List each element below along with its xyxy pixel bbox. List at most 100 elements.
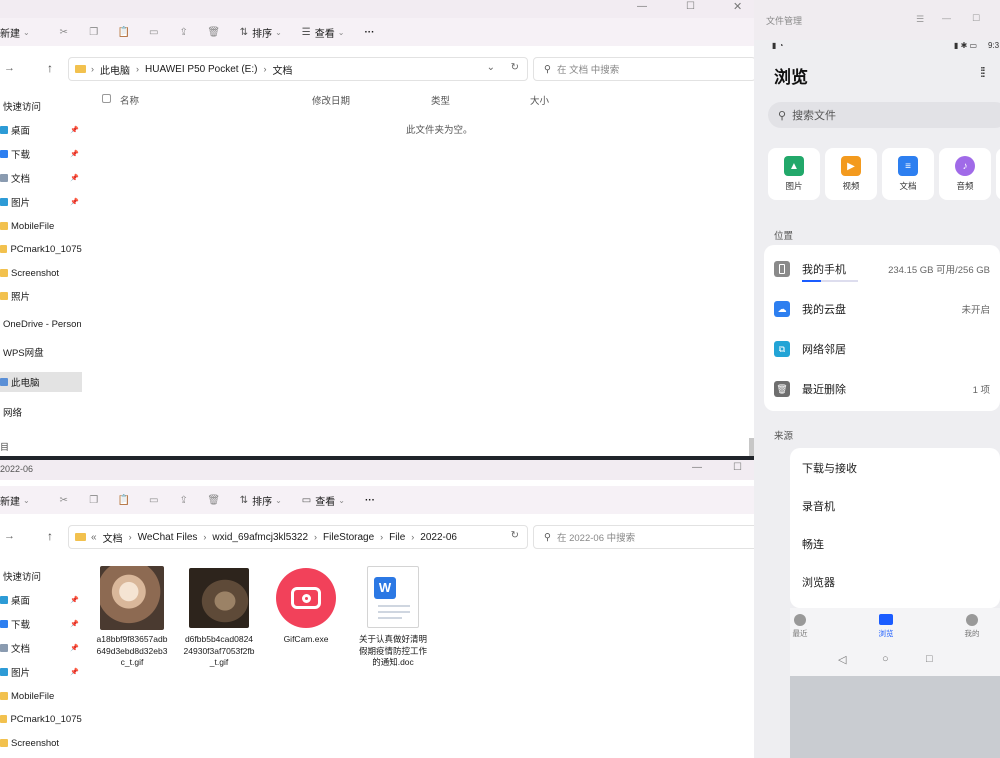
breadcrumb-item[interactable]: 此电脑 — [100, 62, 130, 77]
sort-button[interactable]: ⇅ 排序 ⌄ — [240, 25, 282, 40]
file-search-input[interactable]: ⚲ 搜索文件 — [768, 102, 1000, 128]
breadcrumb-item[interactable]: File — [389, 532, 405, 543]
view-button[interactable]: ☰ 查看 ⌄ — [302, 25, 345, 40]
breadcrumb-item[interactable]: WeChat Files — [138, 532, 198, 543]
category-images[interactable]: ▲ 图片 — [768, 148, 820, 200]
rename-icon[interactable]: ▭ — [146, 24, 162, 40]
location-recently-deleted[interactable]: 🗑 最近删除 1 项 › — [774, 369, 1000, 409]
sidebar-item[interactable]: 下载 📌 — [0, 614, 82, 634]
location-network[interactable]: ⧉ 网络邻居 › — [774, 329, 1000, 369]
column-size[interactable]: 大小 — [530, 93, 549, 107]
sidebar-item[interactable]: 快速访问 — [0, 566, 82, 586]
sidebar-item[interactable]: 文档 📌 — [0, 638, 82, 658]
maximize-button[interactable]: ☐ — [686, 1, 695, 12]
new-button[interactable]: 新建 ⌄ — [0, 493, 30, 508]
sidebar-item[interactable]: 图片 📌 — [0, 192, 82, 212]
file-item[interactable]: W 关于认真做好清明假期疫情防控工作的通知.doc — [357, 566, 429, 669]
sidebar-item[interactable]: 图片 📌 — [0, 662, 82, 682]
source-changlian[interactable]: 畅连 › — [802, 524, 1000, 564]
sidebar-item[interactable]: 桌面 📌 — [0, 590, 82, 610]
file-item[interactable]: a18bbf9f83657adb649d3ebd8d32eb3c_t.gif — [96, 566, 168, 669]
breadcrumb-item[interactable]: wxid_69afmcj3kl5322 — [212, 532, 308, 543]
minimize-button[interactable]: — — [692, 462, 702, 473]
sidebar-item[interactable]: WPS网盘 — [0, 342, 82, 362]
cut-icon[interactable]: ✂ — [56, 24, 72, 40]
more-button[interactable]: ··· — [365, 495, 375, 506]
sidebar-item[interactable]: 网络 — [0, 402, 82, 422]
share-icon[interactable]: ⇪ — [176, 24, 192, 40]
column-name[interactable]: 名称 — [120, 93, 139, 107]
category-documents[interactable]: ≡ 文档 — [882, 148, 934, 200]
up-icon[interactable]: ↑ — [47, 61, 53, 75]
forward-icon[interactable]: → — [4, 62, 15, 74]
file-item[interactable]: d6fbb5b4cad082424930f3af7053f2fb_t.gif — [183, 566, 255, 669]
breadcrumb-item[interactable]: FileStorage — [323, 532, 374, 543]
tab-mine[interactable]: 我的 — [962, 614, 982, 639]
recents-icon[interactable]: □ — [926, 653, 933, 665]
refresh-icon[interactable]: ↻ — [511, 530, 519, 541]
minimize-button[interactable]: — — [637, 1, 647, 12]
maximize-button[interactable]: ☐ — [733, 462, 742, 473]
sidebar-item[interactable]: PCmark10_10753 — [0, 239, 82, 259]
sidebar-item[interactable]: 此电脑 — [0, 372, 82, 392]
up-icon[interactable]: ↑ — [47, 529, 53, 543]
file-item[interactable]: GifCam.exe — [270, 566, 342, 646]
source-recorder[interactable]: 录音机 › — [802, 486, 1000, 526]
menu-icon[interactable]: ☰ — [916, 14, 924, 25]
new-button[interactable]: 新建 ⌄ — [0, 25, 30, 40]
sidebar-item[interactable]: OneDrive - Personal — [0, 314, 82, 334]
sidebar-item[interactable]: 桌面 📌 — [0, 120, 82, 140]
breadcrumb-item[interactable]: HUAWEI P50 Pocket (E:) — [145, 64, 257, 75]
search-input[interactable]: ⚲ 在 2022-06 中搜索 — [533, 525, 784, 549]
breadcrumb-item[interactable]: 文档 — [103, 530, 123, 545]
paste-icon[interactable]: 📋 — [116, 492, 132, 508]
home-icon[interactable]: ○ — [882, 653, 889, 665]
copy-icon[interactable]: ❐ — [86, 492, 102, 508]
tab-browse[interactable]: 浏览 — [876, 614, 896, 639]
delete-icon[interactable]: 🗑 — [206, 24, 222, 40]
sidebar-item[interactable]: MobileFile — [0, 216, 82, 236]
sidebar-item[interactable]: PCmark10_10753 — [0, 709, 82, 729]
sort-button[interactable]: ⇅ 排序 ⌄ — [240, 493, 282, 508]
source-downloads[interactable]: 下载与接收 › — [802, 448, 1000, 488]
column-type[interactable]: 类型 — [431, 93, 450, 107]
refresh-icon[interactable]: ↻ — [511, 62, 519, 73]
maximize-button[interactable]: ☐ — [972, 13, 980, 24]
search-input[interactable]: ⚲ 在 文档 中搜索 — [533, 57, 756, 81]
tab-recent[interactable]: 最近 — [790, 614, 810, 639]
sidebar-item[interactable]: MobileFile — [0, 686, 82, 706]
address-bar[interactable]: › 此电脑 › HUAWEI P50 Pocket (E:) › 文档 ⌄ ↻ — [68, 57, 528, 81]
chevron-down-icon[interactable]: ⌄ — [487, 62, 495, 73]
sidebar-item[interactable]: Screenshot — [0, 263, 82, 283]
column-modified[interactable]: 修改日期 — [312, 93, 350, 107]
rename-icon[interactable]: ▭ — [146, 492, 162, 508]
more-button[interactable]: ··· — [364, 27, 374, 38]
sidebar-item[interactable]: Screenshot — [0, 733, 82, 753]
paste-icon[interactable]: 📋 — [116, 24, 132, 40]
back-icon[interactable]: ◁ — [838, 653, 846, 666]
category-more[interactable] — [996, 148, 1000, 200]
sidebar-item[interactable]: 照片 — [0, 286, 82, 306]
category-videos[interactable]: ▶ 视频 — [825, 148, 877, 200]
view-button[interactable]: ▭ 查看 ⌄ — [302, 493, 345, 508]
location-my-phone[interactable]: 我的手机 234.15 GB 可用/256 GB › — [774, 249, 1000, 289]
cut-icon[interactable]: ✂ — [56, 492, 72, 508]
close-button[interactable]: ✕ — [733, 0, 742, 13]
breadcrumb-item[interactable]: 2022-06 — [420, 532, 457, 543]
share-icon[interactable]: ⇪ — [176, 492, 192, 508]
address-bar[interactable]: « 文档 › WeChat Files › wxid_69afmcj3kl5322 › Fil… — [68, 525, 528, 549]
sidebar-item[interactable]: 文档 📌 — [0, 168, 82, 188]
breadcrumb-item[interactable]: 文档 — [272, 62, 292, 77]
sidebar-item[interactable]: 下载 📌 — [0, 144, 82, 164]
source-browser[interactable]: 浏览器 › — [802, 562, 1000, 602]
sidebar-item[interactable]: 快速访问 — [0, 96, 82, 116]
location-my-cloud[interactable]: ☁ 我的云盘 未开启 › — [774, 289, 1000, 329]
select-all-checkbox[interactable] — [102, 94, 111, 103]
forward-icon[interactable]: → — [4, 530, 15, 542]
minimize-button[interactable]: — — [942, 13, 951, 23]
copy-icon[interactable]: ❐ — [86, 24, 102, 40]
breadcrumb-overflow[interactable]: « — [91, 532, 97, 543]
more-options-icon[interactable]: ⁞⁞ — [980, 64, 986, 80]
delete-icon[interactable]: 🗑 — [206, 492, 222, 508]
category-audio[interactable]: ♪ 音频 — [939, 148, 991, 200]
